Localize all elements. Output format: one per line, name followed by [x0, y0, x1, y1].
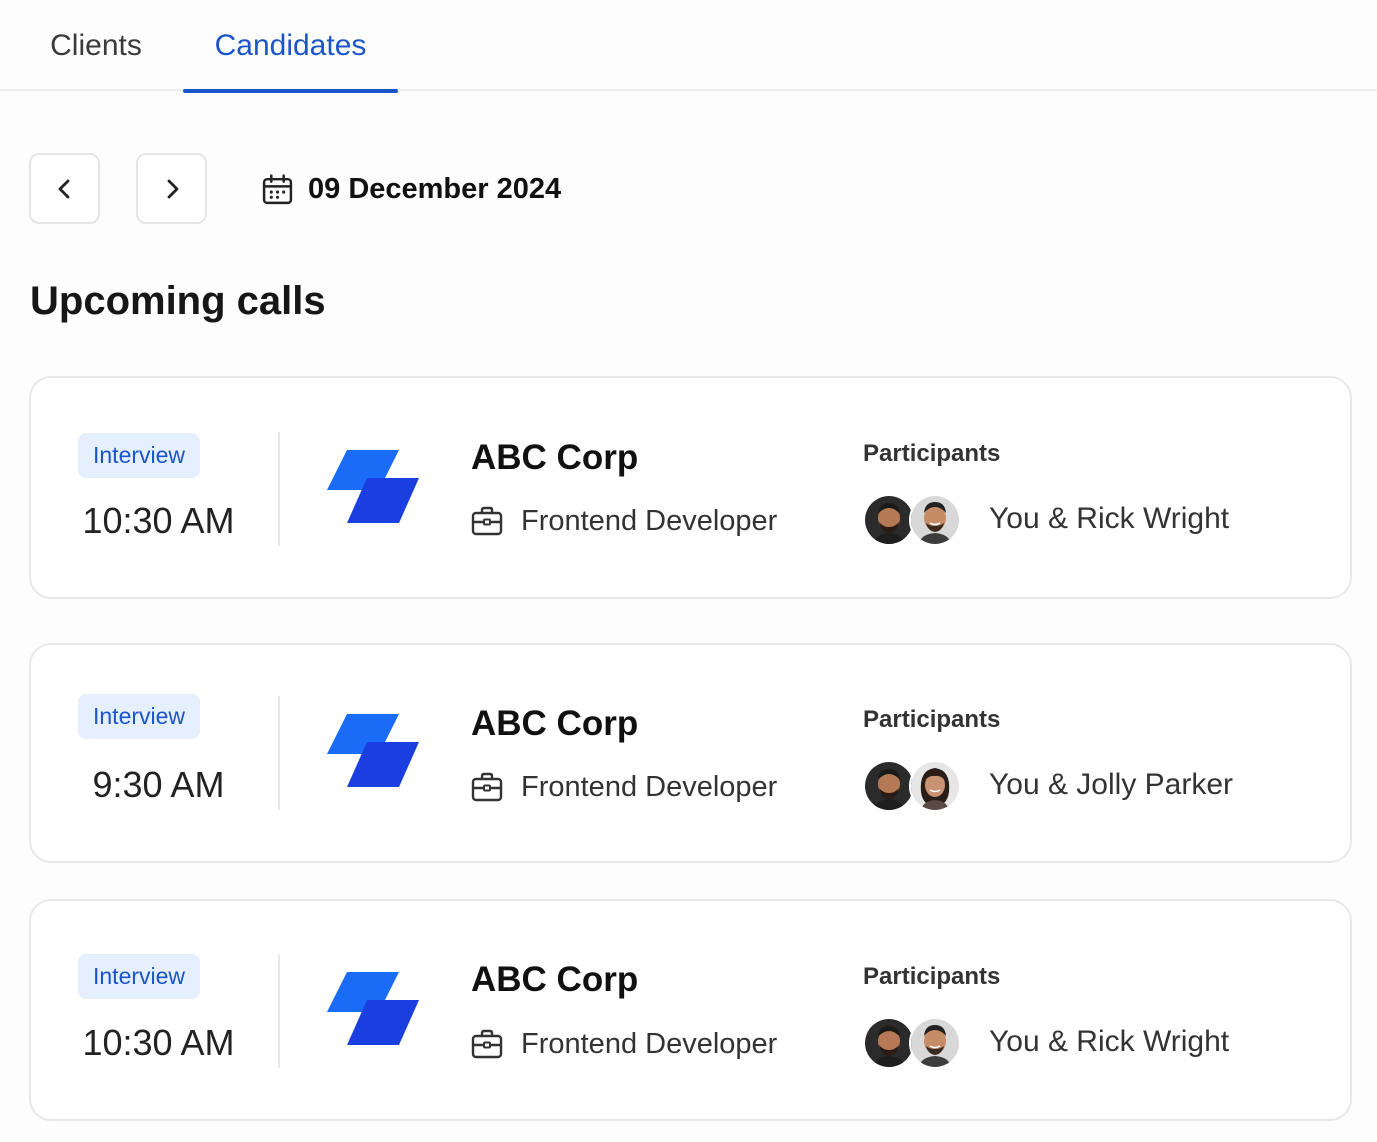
call-time: 10:30 AM	[82, 1022, 235, 1063]
section-title: Upcoming calls	[30, 279, 326, 323]
call-type-badge: Interview	[78, 433, 201, 478]
company-logo-icon	[327, 714, 419, 787]
briefcase-icon	[471, 772, 503, 802]
job-role-label: Frontend Developer	[521, 1027, 778, 1060]
card-divider	[278, 954, 280, 1068]
participant-names: You & Rick Wright	[989, 1025, 1230, 1058]
participants-label: Participants	[863, 706, 1001, 733]
call-type-badge: Interview	[78, 954, 201, 999]
avatar	[863, 494, 915, 546]
chevron-right-icon	[167, 179, 178, 198]
card-divider	[278, 432, 280, 546]
briefcase-icon	[471, 506, 503, 536]
call-card[interactable]: Interview 10:30 AM ABC Corp Frontend Dev…	[29, 376, 1352, 599]
job-role: Frontend Developer	[471, 769, 777, 805]
avatar	[909, 760, 961, 812]
company-name: ABC Corp	[471, 960, 639, 999]
tab-bar: Clients Candidates	[0, 0, 1377, 93]
call-type-badge: Interview	[78, 694, 201, 739]
participant-avatars	[863, 1017, 963, 1069]
current-date: 09 December 2024	[261, 170, 561, 208]
calendar-icon	[262, 173, 293, 204]
call-card[interactable]: Interview 9:30 AM ABC Corp Frontend Deve…	[29, 643, 1352, 863]
chevron-left-icon	[58, 179, 69, 198]
participant-names: You & Jolly Parker	[989, 768, 1234, 801]
briefcase-icon	[471, 1029, 503, 1059]
tab-clients[interactable]: Clients	[40, 0, 152, 91]
call-time: 10:30 AM	[82, 500, 235, 541]
company-logo-icon	[327, 450, 419, 523]
card-divider	[278, 696, 280, 810]
avatar	[909, 494, 961, 546]
participant-avatars	[863, 760, 963, 812]
participant-names: You & Rick Wright	[989, 502, 1230, 535]
company-logo-icon	[327, 972, 419, 1045]
previous-date-button[interactable]	[29, 153, 100, 224]
avatar	[863, 1017, 915, 1069]
call-time: 9:30 AM	[92, 764, 225, 805]
job-role-label: Frontend Developer	[521, 770, 778, 803]
participant-avatars	[863, 494, 963, 546]
tab-candidates[interactable]: Candidates	[183, 0, 398, 93]
company-name: ABC Corp	[471, 704, 639, 743]
date-label: 09 December 2024	[308, 172, 562, 205]
avatar	[863, 760, 915, 812]
call-card[interactable]: Interview 10:30 AM ABC Corp Frontend Dev…	[29, 899, 1352, 1121]
job-role-label: Frontend Developer	[521, 504, 778, 537]
participants-label: Participants	[863, 963, 1001, 990]
job-role: Frontend Developer	[471, 1026, 777, 1062]
job-role: Frontend Developer	[471, 503, 777, 539]
participants-label: Participants	[863, 440, 1001, 467]
company-name: ABC Corp	[471, 438, 639, 477]
next-date-button[interactable]	[136, 153, 207, 224]
avatar	[909, 1017, 961, 1069]
